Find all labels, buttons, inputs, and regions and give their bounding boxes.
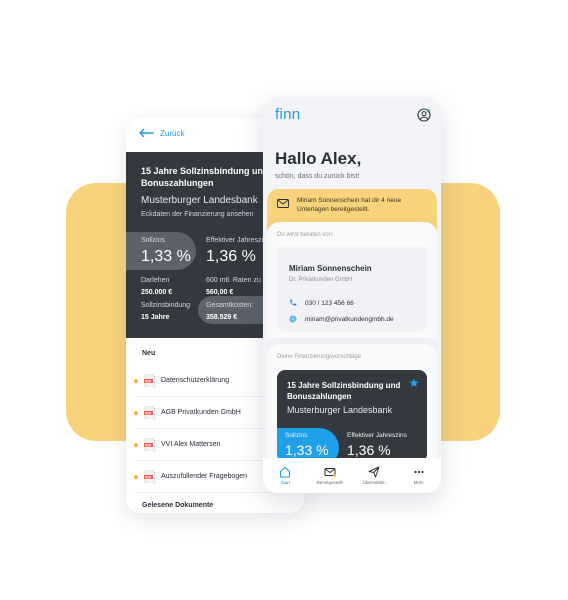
read-documents-header: Gelesene Dokumente [142, 502, 214, 509]
nav-label: Start [280, 480, 290, 485]
raten-label: 600 mtl. Raten zu [206, 277, 261, 284]
list-item[interactable]: PDF Auszufüllender Fragebogen [134, 470, 247, 483]
nav-start[interactable]: Start [265, 466, 305, 485]
nav-bereitgestellt[interactable]: Bereitgestellt [310, 466, 350, 485]
advisor-company: Dr. Privatkunden GmbH [289, 277, 353, 283]
profile-icon[interactable] [417, 108, 431, 122]
sollzins-value: 1,33 % [141, 248, 191, 265]
greeting-title: Hallo Alex, [275, 149, 362, 168]
unread-dot [134, 410, 138, 415]
bindung-label: Sollzinsbindung [141, 302, 191, 309]
advisor-card: Miriam Sonnenschein Dr. Privatkunden Gmb… [277, 246, 427, 332]
list-item[interactable]: PDF Datenschutzerklärung [134, 374, 229, 387]
back-label: Zurück [160, 128, 185, 138]
email-address: miriam@privatkundengmbh.de [305, 315, 394, 323]
svg-text:PDF: PDF [145, 443, 151, 447]
pdf-icon: PDF [144, 406, 155, 419]
send-icon [368, 466, 380, 478]
svg-text:PDF: PDF [145, 411, 151, 415]
new-documents-header: Neu [142, 350, 156, 357]
proposals-section: Deine Finanzierungsvorschläge 15 Jahre S… [267, 344, 437, 464]
gesamt-label: Gesamtkosten: [206, 302, 254, 309]
nav-uebermitteln[interactable]: Übermitteln [354, 466, 394, 485]
more-icon [414, 470, 424, 474]
bindung-value: 15 Jahre [141, 314, 170, 321]
sollzins-label: Sollzins [141, 237, 166, 244]
raten-value: 560,00 € [206, 289, 234, 296]
proposal-card[interactable]: 15 Jahre Sollzinsbindung und Bonuszahlun… [277, 370, 427, 462]
proposal-effektiv-label: Effektiver Jahreszins [347, 432, 407, 439]
list-item[interactable]: PDF VVI Alex Mattersen [134, 438, 221, 451]
pdf-icon: PDF [144, 374, 155, 387]
pdf-icon: PDF [144, 470, 155, 483]
advisor-phone[interactable]: 030 / 123 456 66 [289, 299, 354, 307]
unread-dot [134, 442, 138, 447]
proposals-section-label: Deine Finanzierungsvorschläge [277, 354, 362, 360]
nav-label: Übermitteln [362, 480, 386, 485]
proposal-sollzins-label: Sollzins [285, 432, 308, 439]
document-name: AGB Privatkunden GmbH [161, 409, 241, 416]
bank-name: Musterburger Landesbank [141, 195, 258, 206]
document-name: VVI Alex Mattersen [161, 441, 221, 448]
arrow-left-icon [139, 128, 154, 138]
proposal-bank: Musterburger Landesbank [287, 405, 393, 415]
proposal-sollzins-value: 1,33 % [285, 442, 329, 458]
list-item[interactable]: PDF AGB Privatkunden GmbH [134, 406, 241, 419]
greeting-subtitle: schön, dass du zurück bist! [275, 173, 360, 180]
advisor-email[interactable]: miriam@privatkundengmbh.de [289, 315, 394, 323]
home-icon [280, 466, 291, 478]
pdf-icon: PDF [144, 438, 155, 451]
effektiv-label: Effektiver Jahreszins [206, 237, 271, 244]
svg-text:PDF: PDF [145, 379, 151, 383]
darlehen-value: 250.000 € [141, 289, 173, 296]
star-icon[interactable] [409, 378, 419, 388]
proposal-effektiv-value: 1,36 % [347, 442, 391, 458]
phone-icon [290, 299, 297, 306]
mail-icon [277, 199, 289, 208]
nav-label: Mehr [413, 480, 424, 485]
details-link[interactable]: Eckdaten der Finanzierung ansehen [141, 211, 253, 218]
at-icon [289, 315, 297, 323]
proposal-title: 15 Jahre Sollzinsbindung und Bonuszahlun… [287, 381, 401, 401]
advisor-section-label: Du wirst beraten von: [277, 232, 334, 238]
document-name: Auszufüllender Fragebogen [161, 473, 248, 480]
gesamt-value: 358.529 € [206, 314, 238, 321]
document-name: Datenschutzerklärung [161, 377, 230, 384]
advisor-section: Du wirst beraten von: Miriam Sonnenschei… [267, 222, 437, 338]
effektiv-value: 1,36 % [206, 248, 256, 265]
unread-dot [134, 378, 138, 383]
home-screen: finn Hallo Alex, schön, dass du zurück b… [263, 98, 441, 493]
advisor-name: Miriam Sonnenschein [289, 264, 372, 273]
back-button[interactable]: Zurück [138, 128, 184, 138]
darlehen-label: Darlehen [141, 277, 170, 284]
phone-number: 030 / 123 456 66 [305, 299, 354, 307]
nav-mehr[interactable]: Mehr [399, 466, 439, 485]
mail-icon [324, 468, 336, 477]
nav-label: Bereitgestellt [316, 480, 343, 485]
notification-text: Miriam Sonnenschein hat dir 4 neue Unter… [297, 197, 402, 213]
finn-logo: finn [275, 106, 301, 123]
unread-dot [134, 474, 138, 479]
bottom-navigation: Start Bereitgestellt Übermitteln Mehr [263, 458, 441, 493]
svg-text:PDF: PDF [145, 475, 151, 479]
